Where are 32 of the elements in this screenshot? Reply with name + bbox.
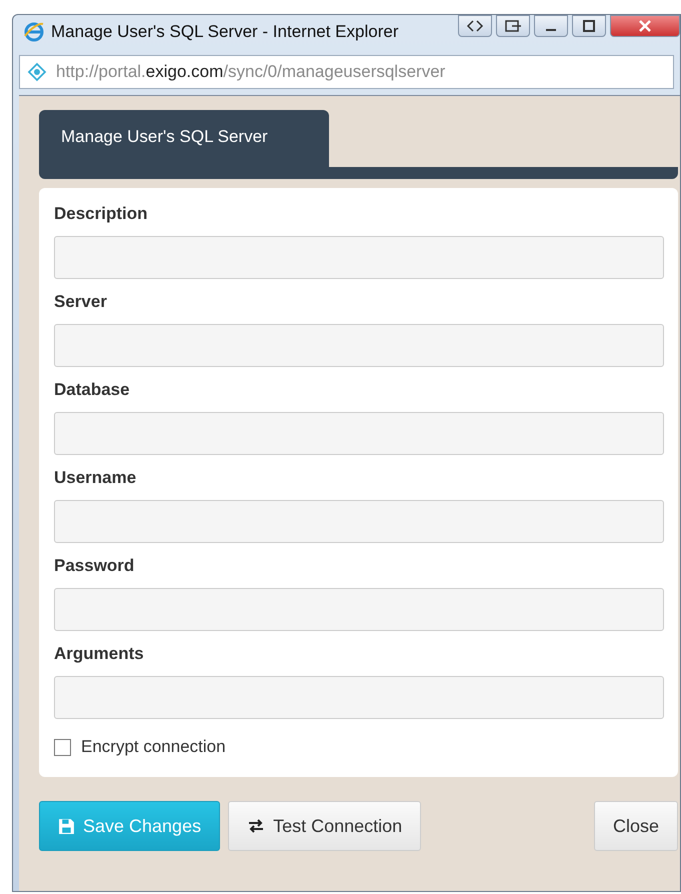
text-field[interactable] bbox=[54, 236, 664, 279]
text-field[interactable] bbox=[54, 324, 664, 367]
field-label: Description bbox=[54, 204, 149, 224]
maximize-button[interactable] bbox=[572, 15, 606, 37]
swap-arrows-icon bbox=[247, 818, 266, 834]
field-label: Database bbox=[54, 380, 131, 400]
browser-logo-icon bbox=[23, 21, 45, 43]
field-label: Username bbox=[54, 468, 138, 488]
text-field[interactable] bbox=[54, 588, 664, 631]
url-text: http://portal.exigo.com/sync/0/manageusersqlserver bbox=[56, 62, 446, 82]
minimize-icon bbox=[546, 29, 556, 31]
checkbox[interactable] bbox=[54, 738, 71, 756]
address-bar[interactable]: http://portal.exigo.com/sync/0/manageusersqlserver bbox=[19, 55, 674, 89]
close-window-button[interactable] bbox=[610, 15, 680, 37]
angle-brackets-icon bbox=[466, 19, 484, 33]
close-icon bbox=[637, 19, 653, 33]
test-connection-button[interactable]: Test Connection bbox=[228, 801, 422, 851]
field-label: Server bbox=[54, 292, 108, 312]
text-field[interactable] bbox=[54, 676, 664, 719]
page-icon bbox=[26, 62, 48, 82]
text-field[interactable] bbox=[54, 500, 664, 543]
maximize-icon bbox=[582, 19, 596, 33]
pop-out-button[interactable] bbox=[496, 15, 530, 37]
field-label: Arguments bbox=[54, 644, 145, 664]
compat-view-button[interactable] bbox=[458, 15, 492, 37]
minimize-button[interactable] bbox=[534, 15, 568, 37]
tab[interactable]: Manage User's SQL Server bbox=[39, 110, 329, 167]
text-field[interactable] bbox=[54, 412, 664, 455]
field-label: Password bbox=[54, 556, 136, 576]
window-title: Manage User's SQL Server - Internet Explorer bbox=[51, 22, 398, 42]
checkbox-label: Encrypt connection bbox=[81, 737, 226, 757]
close-button[interactable]: Close bbox=[594, 801, 678, 851]
